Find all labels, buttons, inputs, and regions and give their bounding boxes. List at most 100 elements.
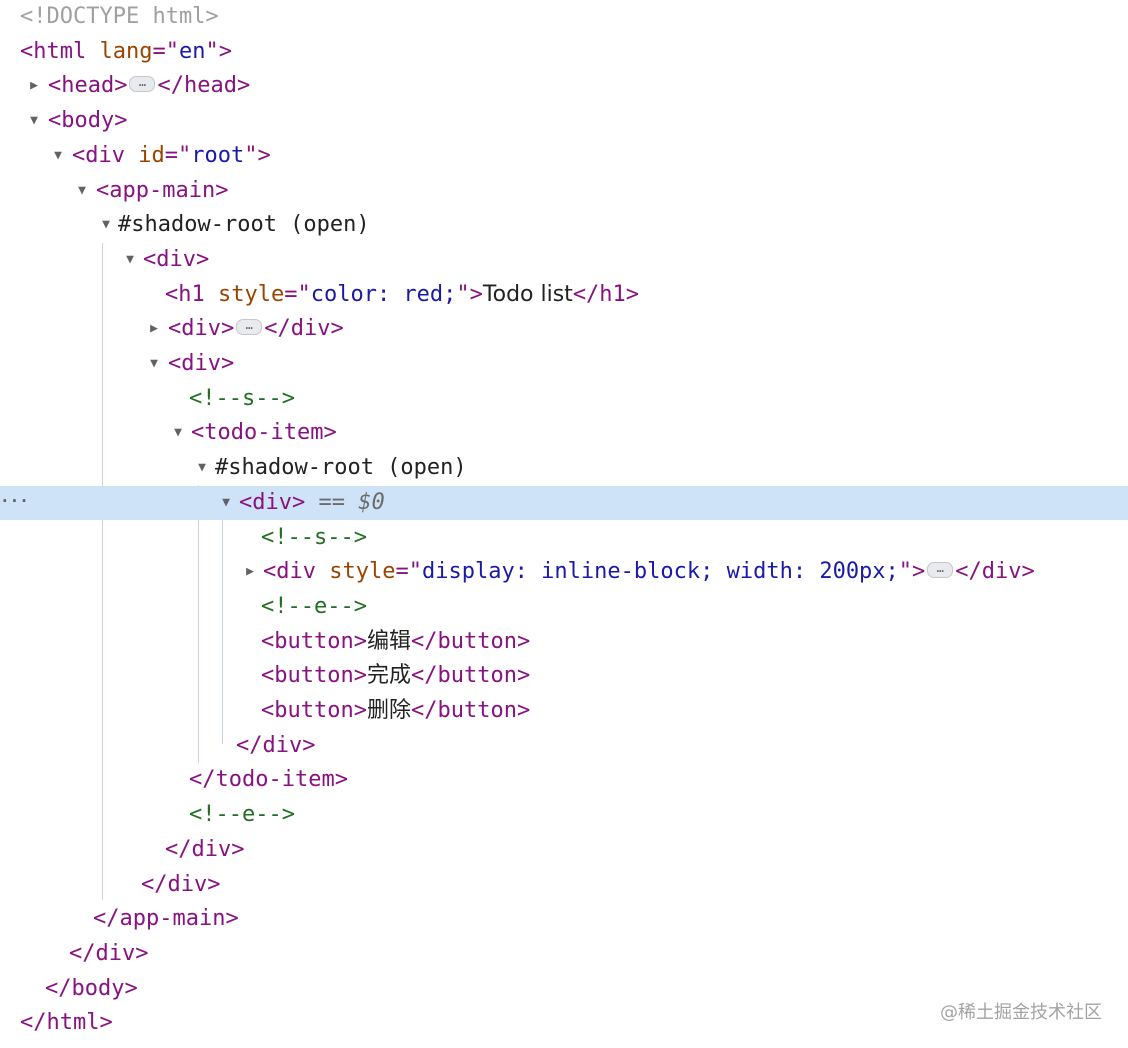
node-markup: <button>完成</button> [261,659,530,693]
node-markup: </app-main> [93,902,239,936]
node-markup: <html lang="en"> [20,35,232,69]
expand-triangle-down-icon[interactable]: ▼ [27,104,41,138]
token-comment: <!--e--> [189,802,295,827]
tree-row[interactable]: ▶ <div style="display: inline-block; widt… [0,555,1128,589]
tree-row[interactable]: <button>完成</button> [0,659,1128,693]
node-markup: #shadow-root (open) [118,208,370,242]
collapse-triangle-right-icon[interactable]: ▶ [147,312,161,346]
token-text: 删除 [366,698,411,723]
tree-row[interactable]: <!--e--> [0,590,1128,624]
token-tag: "> [244,143,271,168]
token-tag: =" [164,143,192,168]
token-tag: <div [263,559,330,584]
tree-row[interactable]: <button>删除</button> [0,694,1128,728]
tree-row[interactable]: <button>编辑</button> [0,625,1128,659]
expand-triangle-down-icon[interactable]: ▼ [147,347,161,381]
token-ref: == $0 [305,490,385,515]
token-tag: </div> [955,559,1035,584]
tree-row-selected[interactable]: ··· ▼ <div> == $0 [0,486,1128,520]
tree-row[interactable]: </div> [0,729,1128,763]
node-markup: <!DOCTYPE html> [20,0,219,34]
expand-ellipsis-icon[interactable]: … [129,76,156,92]
token-tag: </div> [165,837,245,862]
token-attr-value: display: inline-block; width: 200px; [421,559,899,584]
token-attr-name: lang [99,39,153,64]
token-tag: </app-main> [93,906,239,931]
tree-row[interactable]: ▼ #shadow-root (open) [0,208,1128,242]
node-markup: <div> [168,347,234,381]
token-tag: </div> [69,941,149,966]
tree-row[interactable]: <!--s--> [0,521,1128,555]
token-comment: <!--s--> [261,525,367,550]
token-tag: </button> [410,698,531,723]
row-menu-dots-icon[interactable]: ··· [0,486,29,520]
token-tag: <body> [48,108,128,133]
token-comment: <!--s--> [189,386,295,411]
node-markup: <div id="root"> [72,139,271,173]
token-shadow: #shadow-root (open) [118,212,370,237]
node-markup: <div> == $0 [239,486,385,520]
token-tag: <html [20,39,100,64]
token-tag: =" [395,559,422,584]
token-text: 编辑 [366,629,411,654]
token-tag: </html> [20,1010,113,1035]
tree-row[interactable]: </div> [0,868,1128,902]
token-tag: <head> [48,73,128,98]
token-tag: </button> [410,629,531,654]
node-markup: <!--e--> [189,798,295,832]
token-tag: "> [205,39,232,64]
tree-row[interactable]: <!--s--> [0,382,1128,416]
tree-row[interactable]: ▶ <head>… </head> [0,69,1128,103]
token-tag: </h1> [572,282,640,307]
tree-row[interactable]: ▼ <div id="root"> [0,139,1128,173]
node-markup: <div>… </div> [168,312,344,346]
node-markup: <head>… </head> [48,69,250,103]
expand-triangle-down-icon[interactable]: ▼ [99,208,113,242]
node-markup: #shadow-root (open) [215,451,467,485]
tree-row[interactable]: </div> [0,833,1128,867]
token-tag: "> [898,559,926,584]
node-markup: <button>删除</button> [261,694,530,728]
tree-row[interactable]: <!DOCTYPE html> [0,0,1128,34]
expand-ellipsis-icon[interactable]: … [236,319,263,335]
collapse-triangle-right-icon[interactable]: ▶ [27,69,41,103]
tree-row[interactable]: ▼ <div> [0,243,1128,277]
tree-row[interactable]: </div> [0,937,1128,971]
tree-row[interactable]: </app-main> [0,902,1128,936]
node-markup: <todo-item> [191,416,337,450]
elements-tree: <!DOCTYPE html> <html lang="en"> ▶ <head>… <… [0,0,1128,1048]
expand-triangle-down-icon[interactable]: ▼ [219,486,233,520]
expand-ellipsis-icon[interactable]: … [927,562,954,578]
token-tag: <button> [261,698,367,723]
expand-triangle-down-icon[interactable]: ▼ [171,416,185,450]
expand-triangle-down-icon[interactable]: ▼ [123,243,137,277]
watermark: @稀土掘金技术社区 [940,1002,1102,1023]
expand-triangle-down-icon[interactable]: ▼ [195,451,209,485]
token-tag: <div> [168,316,235,341]
token-tag: <div> [239,490,306,515]
node-markup: </div> [236,729,315,763]
token-doctype: <!DOCTYPE html> [20,4,219,29]
tree-row[interactable]: ▼ <app-main> [0,174,1128,208]
tree-row[interactable]: <html lang="en"> [0,35,1128,69]
tree-row[interactable]: <!--e--> [0,798,1128,832]
expand-triangle-down-icon[interactable]: ▼ [51,139,65,173]
expand-triangle-down-icon[interactable]: ▼ [75,174,89,208]
node-markup: <h1 style="color: red;">Todo list</h1> [165,278,639,312]
node-markup: </div> [165,833,244,867]
token-attr-name: style [329,559,396,584]
tree-row[interactable]: ▶ <div>… </div> [0,312,1128,346]
tree-row[interactable]: </todo-item> [0,763,1128,797]
tree-row[interactable]: ▼ <todo-item> [0,416,1128,450]
node-markup: <!--s--> [261,521,367,555]
token-tag: </div> [236,733,316,758]
tree-row[interactable]: ▼ #shadow-root (open) [0,451,1128,485]
token-shadow: #shadow-root (open) [215,455,467,480]
token-comment: <!--e--> [261,594,367,619]
token-tag: <div> [168,351,235,376]
tree-row[interactable]: ▼ <body> [0,104,1128,138]
tree-row[interactable]: <h1 style="color: red;">Todo list</h1> [0,278,1128,312]
collapse-triangle-right-icon[interactable]: ▶ [243,555,257,589]
token-tag: </div> [264,316,344,341]
tree-row[interactable]: ▼ <div> [0,347,1128,381]
